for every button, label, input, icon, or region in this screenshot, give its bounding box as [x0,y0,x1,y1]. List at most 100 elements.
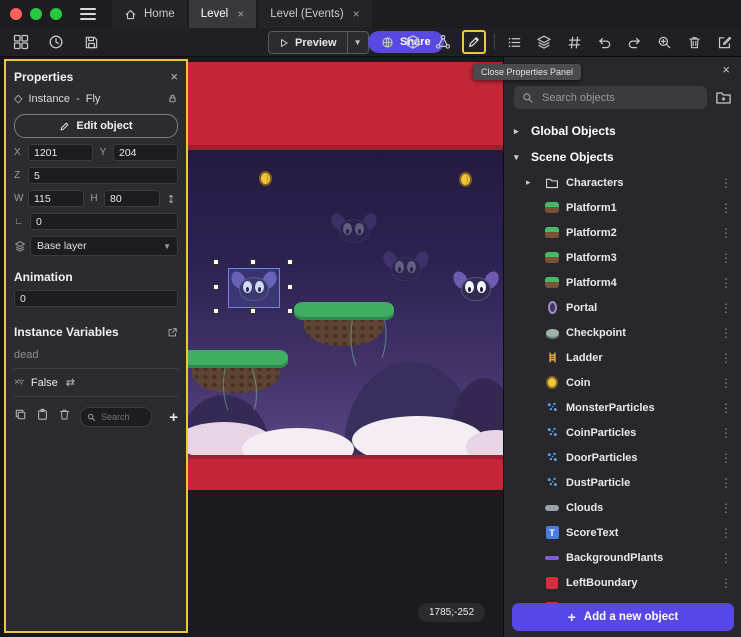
object-item[interactable]: Platform1⋮ [504,195,741,220]
add-new-object-button[interactable]: + Add a new object [512,603,734,631]
item-menu-icon[interactable]: ⋮ [720,551,732,565]
edit-object-button[interactable]: Edit object [14,114,178,138]
object-item[interactable]: MonsterParticles⋮ [504,395,741,420]
item-menu-icon[interactable]: ⋮ [720,201,732,215]
link-dimensions-icon[interactable] [164,193,178,205]
zoom-icon[interactable] [653,30,675,54]
object-item[interactable]: Ladder⋮ [504,345,741,370]
compose-icon[interactable] [713,30,735,54]
item-menu-icon[interactable]: ⋮ [720,426,732,440]
objects-search-input[interactable] [540,91,699,105]
resize-handle[interactable] [287,284,293,290]
item-menu-icon[interactable]: ⋮ [720,226,732,240]
redo-icon[interactable] [623,30,645,54]
edit-pencil-icon[interactable] [462,30,486,54]
variables-search[interactable] [80,407,152,427]
w-input[interactable] [28,190,84,207]
item-menu-icon[interactable]: ⋮ [720,501,732,515]
save-icon[interactable] [80,30,102,54]
tab-level[interactable]: Level × [189,0,257,28]
platform-object[interactable] [294,302,394,320]
preview-dropdown-icon[interactable]: ▼ [348,38,368,47]
preview-button[interactable]: Preview ▼ [268,31,369,54]
grid-icon[interactable] [563,30,585,54]
trash-icon[interactable] [683,30,705,54]
3d-view-icon[interactable] [402,30,424,54]
add-folder-icon[interactable] [715,89,732,106]
item-menu-icon[interactable]: ⋮ [720,176,732,190]
hierarchy-icon[interactable] [432,30,454,54]
close-window-button[interactable] [10,8,22,20]
object-item-folder[interactable]: ▸ Characters ⋮ [504,170,741,195]
angle-input[interactable] [30,213,178,230]
resize-handle[interactable] [250,308,256,314]
resize-handle[interactable] [250,259,256,265]
level-canvas[interactable]: 1785;-252 [186,56,503,637]
platform-object[interactable] [186,350,288,368]
object-item[interactable]: Platform4⋮ [504,270,741,295]
item-menu-icon[interactable]: ⋮ [720,326,732,340]
item-menu-icon[interactable]: ⋮ [720,401,732,415]
item-menu-icon[interactable]: ⋮ [720,276,732,290]
coin-object[interactable] [459,172,472,187]
layer-select[interactable]: Base layer ▼ [30,236,178,256]
resize-handle[interactable] [287,308,293,314]
resize-handle[interactable] [213,259,219,265]
menu-icon[interactable] [80,8,96,20]
outline-icon[interactable] [503,30,525,54]
open-external-icon[interactable] [167,327,178,338]
object-item[interactable]: Checkpoint⋮ [504,320,741,345]
coin-object[interactable] [259,171,272,186]
undo-icon[interactable] [593,30,615,54]
object-item[interactable]: Platform2⋮ [504,220,741,245]
resize-handle[interactable] [287,259,293,265]
variable-value[interactable]: False [31,377,58,389]
object-item[interactable]: Clouds⋮ [504,495,741,520]
item-menu-icon[interactable]: ⋮ [720,526,732,540]
close-objects-panel-icon[interactable]: × [722,62,730,77]
object-item[interactable]: DoorParticles⋮ [504,445,741,470]
item-menu-icon[interactable]: ⋮ [720,351,732,365]
item-menu-icon[interactable]: ⋮ [720,376,732,390]
object-item[interactable]: DustParticle⋮ [504,470,741,495]
objects-search[interactable] [514,86,707,109]
item-menu-icon[interactable]: ⋮ [720,301,732,315]
window-controls[interactable] [0,8,72,20]
z-input[interactable] [28,167,178,184]
object-item[interactable]: CoinParticles⋮ [504,420,741,445]
object-item[interactable]: Portal⋮ [504,295,741,320]
item-menu-icon[interactable]: ⋮ [720,251,732,265]
resize-handle[interactable] [213,284,219,290]
object-item[interactable]: LeftBoundary⋮ [504,570,741,595]
caret-right-icon[interactable]: ▸ [526,177,538,188]
tab-home[interactable]: Home [112,0,187,28]
minimize-window-button[interactable] [30,8,42,20]
tab-level-events[interactable]: Level (Events) × [258,0,372,28]
object-item[interactable]: Coin⋮ [504,370,741,395]
fly-object[interactable] [458,274,494,301]
layers-icon[interactable] [533,30,555,54]
h-input[interactable] [104,190,160,207]
y-input[interactable] [113,144,178,161]
layout-icon[interactable] [10,30,32,54]
resize-handle[interactable] [213,308,219,314]
selection-bounds[interactable] [216,262,290,311]
group-scene-objects[interactable]: ▾ Scene Objects [504,144,741,170]
animation-input[interactable] [14,290,178,307]
item-menu-icon[interactable]: ⋮ [720,576,732,590]
trash-icon[interactable] [58,408,71,426]
close-tab-icon[interactable]: × [353,7,360,21]
duplicate-icon[interactable] [14,408,27,426]
history-icon[interactable] [45,30,67,54]
add-variable-button[interactable]: + [169,409,178,426]
maximize-window-button[interactable] [50,8,62,20]
clipboard-icon[interactable] [36,408,49,426]
x-input[interactable] [28,144,93,161]
object-item[interactable]: BackgroundPlants⋮ [504,545,741,570]
close-tab-icon[interactable]: × [237,7,244,21]
group-global-objects[interactable]: ▸ Global Objects [504,118,741,144]
swap-value-icon[interactable]: ⇄ [66,376,75,389]
close-properties-icon[interactable]: × [170,69,178,84]
item-menu-icon[interactable]: ⋮ [720,451,732,465]
item-menu-icon[interactable]: ⋮ [720,476,732,490]
